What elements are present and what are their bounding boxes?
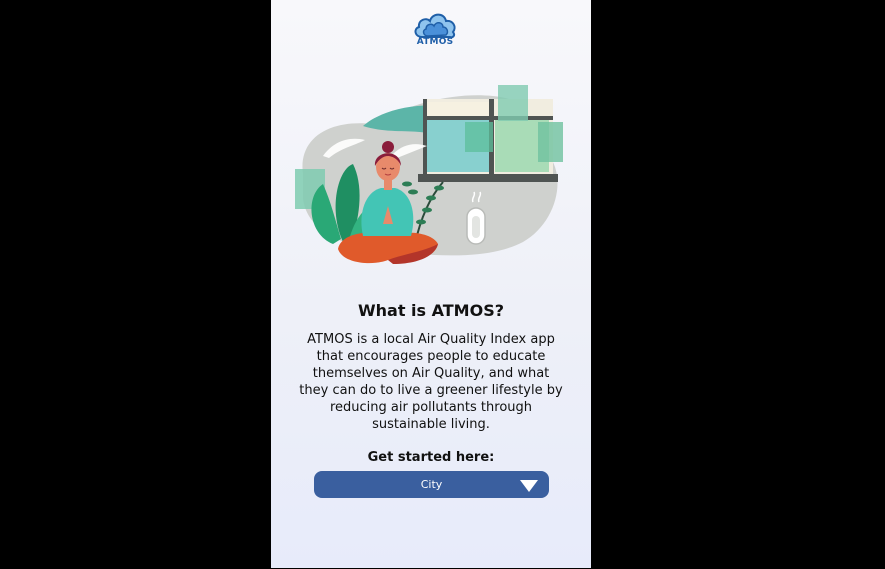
city-select[interactable]: City	[314, 471, 549, 498]
app-description: ATMOS is a local Air Quality Index app t…	[299, 332, 563, 432]
logo-text: ATMOS	[416, 37, 454, 47]
meditation-illustration	[295, 85, 563, 264]
chevron-down-icon	[520, 480, 538, 492]
app-screen: ATMOS What is ATMOS? ATMOS is a local Ai…	[271, 0, 591, 568]
atmos-logo: ATMOS	[412, 10, 458, 50]
get-started-label: Get started here:	[367, 450, 495, 465]
cloud-icon	[414, 13, 456, 39]
city-select-value: City	[420, 478, 443, 491]
page-title: What is ATMOS?	[357, 301, 504, 320]
